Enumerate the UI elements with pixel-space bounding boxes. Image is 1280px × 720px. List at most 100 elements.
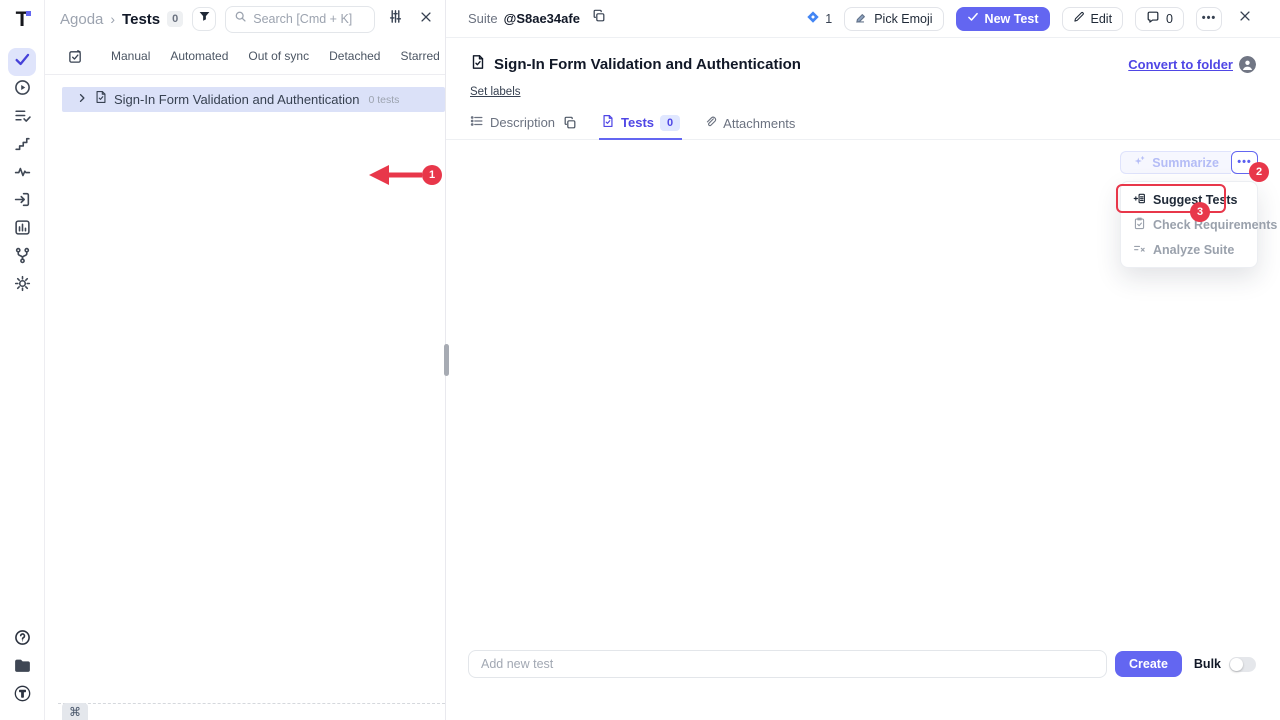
rail-nav [8,48,36,300]
bulk-toggle[interactable] [1229,657,1256,672]
rail-bottom: T [8,626,36,710]
file-check-icon [601,114,615,131]
pick-emoji-label: Pick Emoji [874,12,932,26]
bar-chart-icon [14,219,31,241]
summarize-label: Summarize [1152,156,1219,170]
edit-label: Edit [1091,12,1113,26]
add-new-test-input[interactable] [468,650,1107,678]
suite-tree-row[interactable]: Sign-In Form Validation and Authenticati… [62,87,445,112]
app-window: T [0,0,1280,720]
sidebar-item-runs[interactable] [8,76,36,104]
annotation-step-3: 3 [1190,202,1210,222]
breadcrumb-separator: › [110,11,115,27]
gear-icon [14,275,31,297]
activity-icon [14,163,31,185]
git-branch-icon [14,247,31,269]
check-icon [14,51,31,73]
account-button[interactable]: T [8,682,36,710]
search-input[interactable] [253,12,366,26]
command-shortcut-button[interactable]: ⌘ [62,703,88,720]
comments-count: 0 [1166,12,1173,26]
view-settings-button[interactable] [384,8,406,30]
title-row: Sign-In Form Validation and Authenticati… [446,38,1280,75]
pick-emoji-icon [855,11,868,27]
sidebar-item-branches[interactable] [8,244,36,272]
detail-tabs: Description Tests 0 Attachments [446,112,1280,140]
breadcrumb-project[interactable]: Agoda [60,11,103,28]
menu-item-suggest-tests[interactable]: Suggest Tests [1121,187,1257,212]
sidebar-item-analytics[interactable] [8,216,36,244]
sidebar-item-settings[interactable] [8,272,36,300]
filter-tab-detached[interactable]: Detached [329,49,380,63]
tree-panel: Agoda › Tests 0 Manual Automated [45,0,445,720]
logo-accent [26,11,31,16]
help-button[interactable] [8,626,36,654]
sidebar-item-pulse[interactable] [8,160,36,188]
sidebar-item-import[interactable] [8,188,36,216]
suite-file-icon [470,54,486,75]
filter-tab-out-of-sync[interactable]: Out of sync [248,49,309,63]
comment-bubble-icon [1146,10,1160,27]
ai-dropdown-menu: Suggest Tests Check Requirements Analyze… [1120,181,1258,268]
copy-description-icon[interactable] [563,116,577,130]
tab-tests[interactable]: Tests 0 [601,114,680,139]
filter-tab-manual[interactable]: Manual [111,49,150,63]
detail-header-actions: 1 Pick Emoji New Test Edit 0 [806,7,1256,31]
sparkles-icon [1133,155,1146,171]
tab-description[interactable]: Description [470,114,577,139]
plus-doc-icon [1133,192,1146,208]
detail-header: Suite @S8ae34afe 1 Pick Emoji New Test [446,0,1280,38]
summarize-button[interactable]: Summarize [1120,151,1231,174]
sidebar-item-plans[interactable] [8,104,36,132]
more-actions-button[interactable]: ••• [1196,7,1222,31]
chevron-right-icon[interactable] [76,91,88,109]
tab-attachments[interactable]: Attachments [704,115,795,139]
projects-button[interactable] [8,654,36,682]
tree-footer-divider [58,703,445,704]
convert-to-folder-link[interactable]: Convert to folder [1128,57,1233,72]
svg-text:T: T [19,689,25,700]
close-icon [1238,9,1252,28]
question-circle-icon [14,629,31,651]
filter-button[interactable] [192,7,216,31]
paperclip-icon [704,115,717,131]
comments-button[interactable]: 0 [1135,7,1184,31]
sidebar-item-tests[interactable] [8,48,36,76]
new-test-button[interactable]: New Test [956,7,1050,31]
select-edit-icon[interactable] [68,49,83,64]
search-icon [234,10,247,28]
sidebar-item-steps[interactable] [8,132,36,160]
filter-tab-automated[interactable]: Automated [170,49,228,63]
box-arrow-icon [14,191,31,213]
create-button[interactable]: Create [1115,651,1182,677]
detail-panel: Suite @S8ae34afe 1 Pick Emoji New Test [446,0,1280,720]
usage-indicator: 1 [806,10,832,27]
app-logo[interactable]: T [16,8,29,32]
title-actions: Convert to folder [1128,56,1256,73]
breadcrumb-section: Tests [122,11,160,28]
analyze-icon [1133,242,1146,258]
play-circle-icon [14,79,31,101]
filter-tab-starred[interactable]: Starred [400,49,439,63]
avatar[interactable] [1239,56,1256,73]
menu-item-analyze-suite[interactable]: Analyze Suite [1121,237,1257,262]
toggle-knob [1230,658,1243,671]
menu-item-check-requirements[interactable]: Check Requirements [1121,212,1257,237]
usage-count: 1 [825,12,832,26]
search-box[interactable] [225,6,375,33]
edit-button[interactable]: Edit [1062,7,1124,31]
set-labels-link[interactable]: Set labels [470,86,521,98]
list-icon [470,114,484,131]
menu-item-label: Analyze Suite [1153,243,1234,257]
panel-resize-handle[interactable] [444,344,449,376]
add-test-footer: Create Bulk [468,650,1256,678]
close-tree-button[interactable] [415,8,437,30]
list-check-icon [14,107,31,129]
close-detail-button[interactable] [1234,8,1256,30]
suite-id: @S8ae34afe [504,11,580,26]
suite-file-icon [94,90,108,109]
pick-emoji-button[interactable]: Pick Emoji [844,7,943,31]
clipboard-check-icon [1133,217,1146,233]
copy-suite-id-icon[interactable] [592,9,606,28]
tests-count-badge: 0 [167,11,183,27]
